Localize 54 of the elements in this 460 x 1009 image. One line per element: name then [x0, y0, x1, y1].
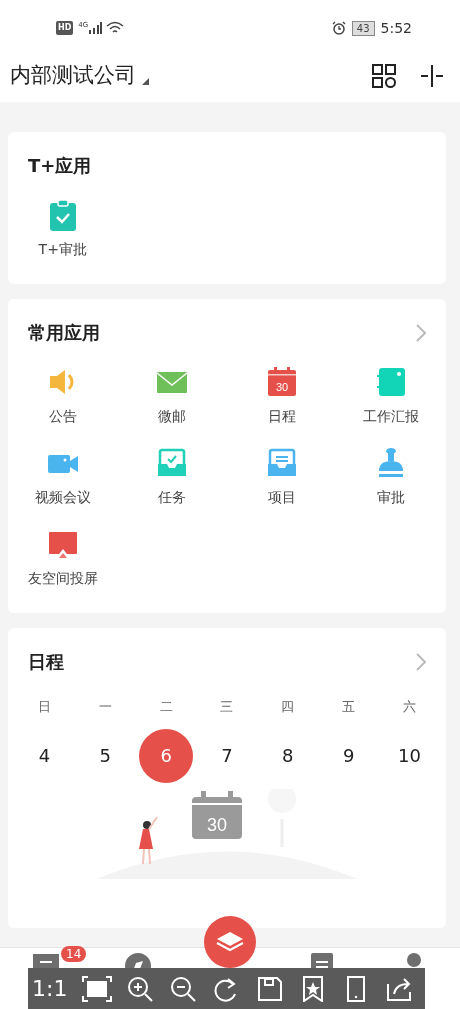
weekday-label: 日	[36, 698, 52, 716]
app-shortcut[interactable]: 视频会议	[8, 447, 118, 508]
calendar-day[interactable]: 6	[139, 728, 194, 783]
weekday-label: 二	[158, 698, 174, 716]
app-shortcut[interactable]: 公告	[8, 366, 118, 427]
signal-icon	[88, 22, 103, 34]
empty-schedule-illustration: 30	[77, 788, 377, 879]
grid-icon[interactable]	[372, 64, 396, 88]
add-icon[interactable]	[420, 64, 444, 88]
fit-screen-icon[interactable]	[81, 975, 112, 1002]
project-icon	[265, 447, 298, 479]
calendar-day[interactable]: 9	[321, 728, 376, 783]
layers-icon	[216, 930, 244, 954]
zoom-in-icon[interactable]	[127, 975, 154, 1002]
unread-badge: 14	[61, 946, 87, 962]
actual-size-button[interactable]: 1:1	[32, 972, 76, 1005]
weekday-label: 三	[219, 698, 235, 716]
section-title: T+应用	[28, 154, 92, 178]
weekday-label: 一	[97, 698, 113, 716]
calendar-day[interactable]: 5	[78, 728, 133, 783]
app-shortcut[interactable]: 审批	[336, 447, 446, 508]
app-shortcut[interactable]: 任务	[117, 447, 227, 508]
dropdown-caret-icon[interactable]	[142, 77, 149, 85]
calendar-day[interactable]: 8	[260, 728, 315, 783]
calendar-day[interactable]: 7	[200, 728, 254, 783]
status-time: 5:52	[380, 18, 412, 38]
chat-icon[interactable]	[31, 952, 61, 969]
tablet-icon[interactable]	[346, 975, 367, 1002]
app-shortcut[interactable]: 微邮	[117, 366, 227, 427]
weekday-label: 六	[402, 698, 418, 716]
wifi-icon	[106, 21, 125, 35]
save-icon[interactable]	[256, 975, 283, 1002]
alarm-icon	[331, 21, 346, 35]
app-shortcut[interactable]: 30 日程	[227, 366, 337, 427]
notebook-icon	[375, 366, 408, 398]
app-shortcut[interactable]: T+审批	[8, 199, 118, 260]
share-icon[interactable]	[386, 975, 413, 1002]
calendar-day[interactable]: 10	[382, 728, 437, 783]
app-shortcut[interactable]: 项目	[227, 447, 337, 508]
app-shortcut[interactable]: 工作汇报	[336, 366, 446, 427]
battery-indicator: 43	[351, 20, 375, 36]
section-title: 日程	[28, 650, 64, 674]
app-shortcut[interactable]: 友空间投屏	[8, 528, 118, 589]
task-icon	[156, 447, 189, 479]
contacts-icon[interactable]	[310, 952, 334, 969]
bookmark-star-icon[interactable]	[301, 975, 324, 1002]
weekday-label: 四	[280, 698, 296, 716]
section-title: 常用应用	[28, 321, 100, 345]
workbench-button[interactable]	[204, 916, 256, 968]
hd-label: HD	[56, 21, 74, 35]
zoom-out-icon[interactable]	[170, 975, 197, 1002]
weekday-label: 五	[341, 698, 357, 716]
company-name[interactable]: 内部测试公司	[10, 60, 136, 92]
calendar-day[interactable]: 4	[17, 728, 72, 783]
